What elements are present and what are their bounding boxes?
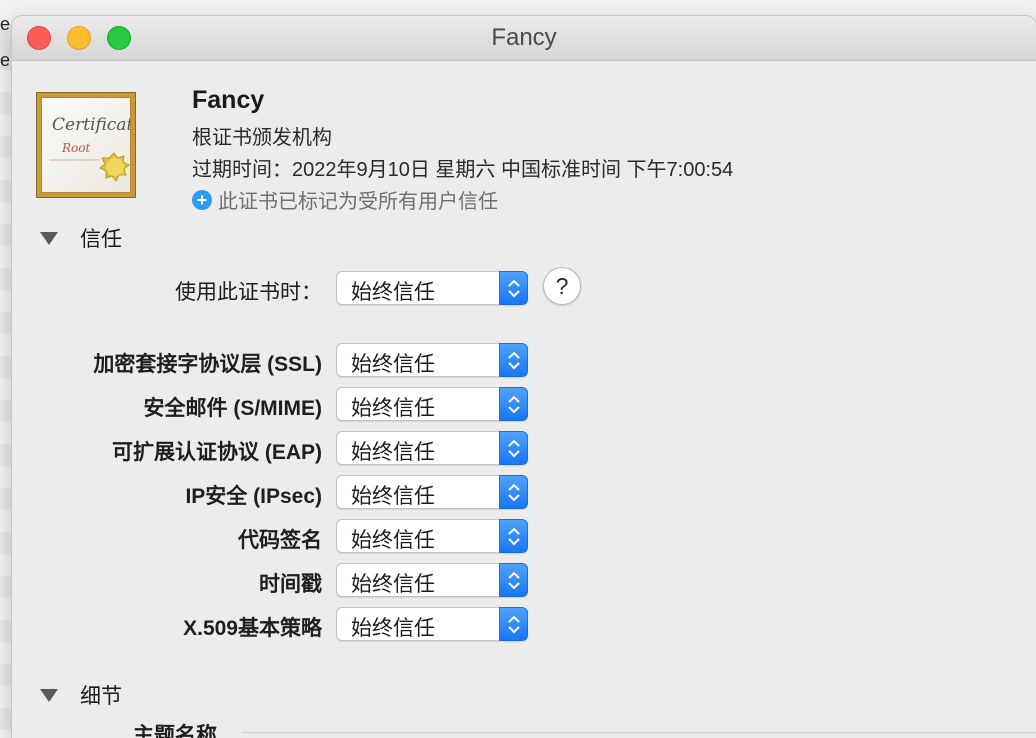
disclosure-triangle-icon[interactable] [40,688,58,702]
certificate-kind: 根证书颁发机构 [192,127,332,149]
certificate-image: Certificate Root [36,92,136,198]
policy-popup-ipsec[interactable]: 始终信任 [336,475,528,509]
policy-label-smime: 安全邮件 (S/MIME) [143,397,323,420]
policy-popup-timestamp[interactable]: 始终信任 [336,563,528,597]
policy-label-eap: 可扩展认证协议 (EAP) [112,441,322,464]
chevron-up-down-icon[interactable] [499,563,528,597]
certificate-status-text: 此证书已标记为受所有用户信任 [218,191,498,213]
popup-value: 始终信任 [351,529,435,552]
certificate-content: Certificate Root Fancy 根证书颁发机构 过期时间：2022… [12,61,1036,738]
popup-value: 始终信任 [351,485,435,508]
divider [242,732,1036,733]
policy-popup-x509[interactable]: 始终信任 [336,607,528,641]
window-title: Fancy [491,24,557,51]
certificate-image-subtitle: Root [61,141,90,155]
popup-value: 始终信任 [351,573,435,596]
when-using-popup[interactable]: 始终信任 [336,271,528,305]
disclosure-triangle-icon[interactable] [40,231,58,245]
popup-value: 始终信任 [351,353,435,376]
policy-label-ipsec: IP安全 (IPsec) [185,485,322,508]
policy-label-code-signing: 代码签名 [238,529,322,552]
policy-popup-ssl[interactable]: 始终信任 [336,343,528,377]
chevron-up-down-icon[interactable] [499,343,528,377]
details-heading: 细节 [80,685,122,708]
policy-label-x509: X.509基本策略 [183,617,322,640]
popup-value: 始终信任 [351,397,435,420]
chevron-up-down-icon[interactable] [499,431,528,465]
subject-name-label: 主题名称 [133,724,217,738]
certificate-image-title: Certificate [52,115,131,135]
policy-popup-code-signing[interactable]: 始终信任 [336,519,528,553]
policy-popup-smime[interactable]: 始终信任 [336,387,528,421]
when-using-label: 使用此证书时： [175,281,322,304]
certificate-expiry: 过期时间：2022年9月10日 星期六 中国标准时间 下午7:00:54 [192,159,734,181]
trust-section-toggle[interactable]: 信任 [40,223,122,253]
policy-label-timestamp: 时间戳 [259,573,322,596]
certificate-name: Fancy [192,86,265,114]
background-list [0,70,12,738]
chevron-up-down-icon[interactable] [499,271,528,305]
certificate-window: Fancy Certificate Root Fancy 根证书颁发机构 过期时… [12,16,1036,738]
certificate-status: + 此证书已标记为受所有用户信任 [192,185,498,214]
title-bar[interactable]: Fancy [12,16,1036,61]
plus-circle-icon: + [192,189,212,210]
popup-value: 始终信任 [351,617,435,640]
trust-heading: 信任 [80,228,122,251]
help-button[interactable]: ? [543,267,581,305]
chevron-up-down-icon[interactable] [499,607,528,641]
popup-value: 始终信任 [351,441,435,464]
details-section-toggle[interactable]: 细节 [40,680,122,710]
chevron-up-down-icon[interactable] [499,475,528,509]
policy-label-ssl: 加密套接字协议层 (SSL) [93,353,322,376]
policy-popup-eap[interactable]: 始终信任 [336,431,528,465]
chevron-up-down-icon[interactable] [499,387,528,421]
background-text: e [0,14,11,34]
popup-value: 始终信任 [351,281,435,304]
background-text: e [0,50,11,70]
chevron-up-down-icon[interactable] [499,519,528,553]
